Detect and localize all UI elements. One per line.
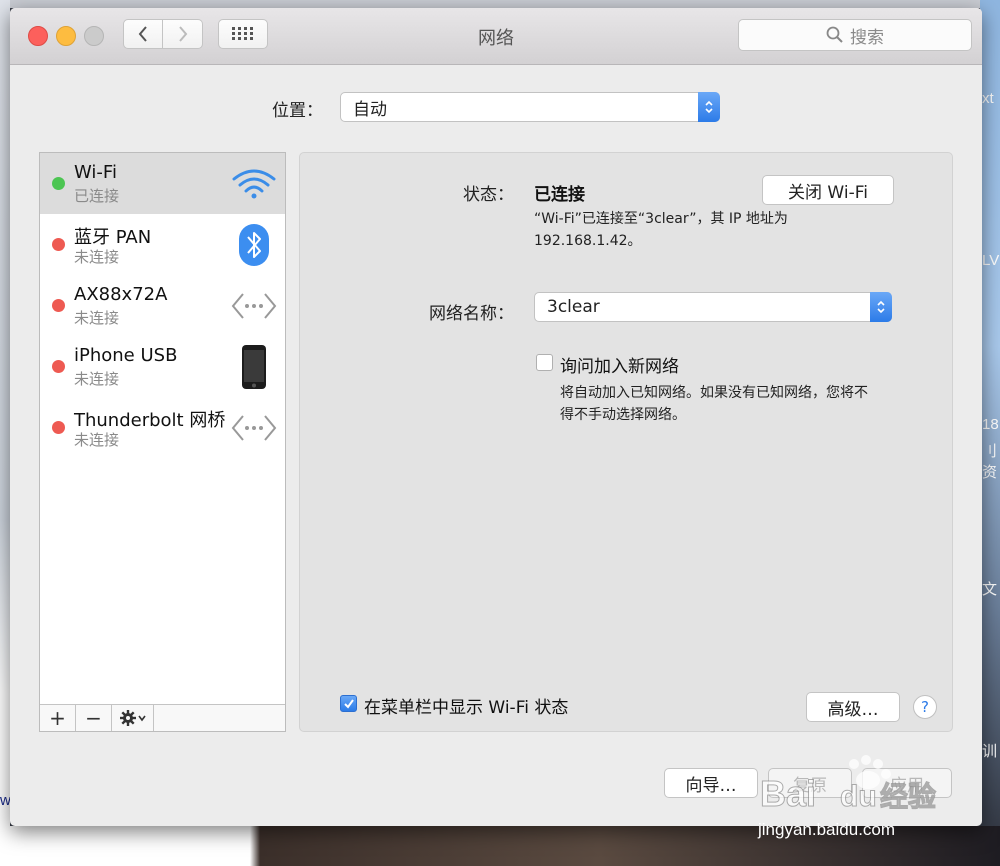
service-item-ax88x72a[interactable]: AX88x72A 未连接 xyxy=(40,275,285,336)
iphone-icon xyxy=(231,344,277,390)
status-dot-disconnected xyxy=(52,238,65,251)
bluetooth-icon xyxy=(231,222,277,268)
service-item-wifi[interactable]: Wi-Fi 已连接 xyxy=(40,153,285,214)
location-value: 自动 xyxy=(353,99,387,120)
status-description: “Wi-Fi”已连接至“3clear”，其 IP 地址为 xyxy=(534,211,788,227)
service-status: 未连接 xyxy=(74,309,120,327)
help-button[interactable]: ? xyxy=(913,695,937,719)
service-item-iphone-usb[interactable]: iPhone USB 未连接 xyxy=(40,336,285,397)
status-label: 状态： xyxy=(463,185,514,205)
service-name: Wi-Fi xyxy=(74,162,117,183)
ask-join-checkbox[interactable] xyxy=(536,354,553,371)
action-menu-button[interactable] xyxy=(112,705,154,731)
remove-service-button[interactable]: − xyxy=(76,705,112,731)
advanced-button[interactable]: 高级… xyxy=(806,692,900,722)
desktop-text: LV xyxy=(982,252,1000,269)
service-name: iPhone USB xyxy=(74,345,178,366)
service-list-footer: + − xyxy=(40,704,285,731)
network-name-value: 3clear xyxy=(547,297,600,317)
service-item-thunderbolt-bridge[interactable]: Thunderbolt 网桥 未连接 xyxy=(40,397,285,458)
search-placeholder: 搜索 xyxy=(850,27,884,48)
network-name-label: 网络名称： xyxy=(429,304,514,324)
desktop-left-strip xyxy=(0,0,10,866)
updown-arrows-icon xyxy=(698,92,720,122)
title-bar: 网络 搜索 xyxy=(10,8,982,65)
service-status: 未连接 xyxy=(74,431,120,449)
svg-text:du: du xyxy=(840,780,877,813)
ethernet-icon xyxy=(231,283,277,329)
ethernet-icon xyxy=(231,405,277,451)
wifi-icon xyxy=(231,161,277,207)
service-name: AX88x72A xyxy=(74,284,168,305)
service-list: Wi-Fi 已连接 蓝牙 PAN 未连接 AX88x72A 未连接 iPhone… xyxy=(39,152,286,732)
status-dot-disconnected xyxy=(52,421,65,434)
ask-join-description-2: 得不手动选择网络。 xyxy=(560,407,686,423)
add-service-button[interactable]: + xyxy=(40,705,76,731)
service-status: 未连接 xyxy=(74,370,120,388)
status-dot-disconnected xyxy=(52,299,65,312)
search-icon xyxy=(826,26,843,43)
desktop-right-strip xyxy=(980,0,1000,866)
ask-join-description: 将自动加入已知网络。如果没有已知网络，您将不 xyxy=(560,385,868,401)
location-popup[interactable]: 自动 xyxy=(340,92,720,122)
ask-join-label: 询问加入新网络 xyxy=(560,357,679,377)
desktop-text: 18 xyxy=(982,416,999,433)
show-menubar-checkbox[interactable] xyxy=(340,695,357,712)
show-menubar-label: 在菜单栏中显示 Wi-Fi 状态 xyxy=(364,698,569,718)
search-field[interactable]: 搜索 xyxy=(738,19,972,51)
status-value: 已连接 xyxy=(534,185,585,205)
svg-text:经验: 经验 xyxy=(880,780,936,813)
desktop-text: xt xyxy=(982,90,994,107)
baidu-jingyan-logo: Bai du 经验 xyxy=(758,754,948,821)
service-status: 未连接 xyxy=(74,248,120,266)
checkmark-icon xyxy=(343,698,354,709)
service-status: 已连接 xyxy=(74,187,120,205)
desktop-text: 刂资 xyxy=(982,443,998,481)
location-label: 位置： xyxy=(272,101,323,121)
desktop-top-strip xyxy=(0,0,1000,8)
updown-arrows-icon xyxy=(870,292,892,322)
status-dot-disconnected xyxy=(52,360,65,373)
watermark-url: jingyan.baidu.com xyxy=(758,820,896,839)
service-item-bluetooth-pan[interactable]: 蓝牙 PAN 未连接 xyxy=(40,214,285,275)
desktop-text: 训 xyxy=(982,743,998,760)
network-name-popup[interactable]: 3clear xyxy=(534,292,892,322)
assist-me-button[interactable]: 向导… xyxy=(664,768,758,798)
network-preferences-window: 网络 搜索 位置： 自动 Wi-Fi 已连接 蓝牙 PAN 未连接 AX88x7… xyxy=(10,8,982,826)
status-dot-connected xyxy=(52,177,65,190)
ip-address-text: 192.168.1.42。 xyxy=(534,233,642,249)
gear-icon xyxy=(119,710,146,726)
svg-text:Bai: Bai xyxy=(760,773,816,814)
desktop-text: 文 xyxy=(982,581,998,598)
turn-off-wifi-button[interactable]: 关闭 Wi-Fi xyxy=(762,175,894,205)
wifi-detail-panel: 状态： 已连接 关闭 Wi-Fi “Wi-Fi”已连接至“3clear”，其 I… xyxy=(299,152,953,732)
